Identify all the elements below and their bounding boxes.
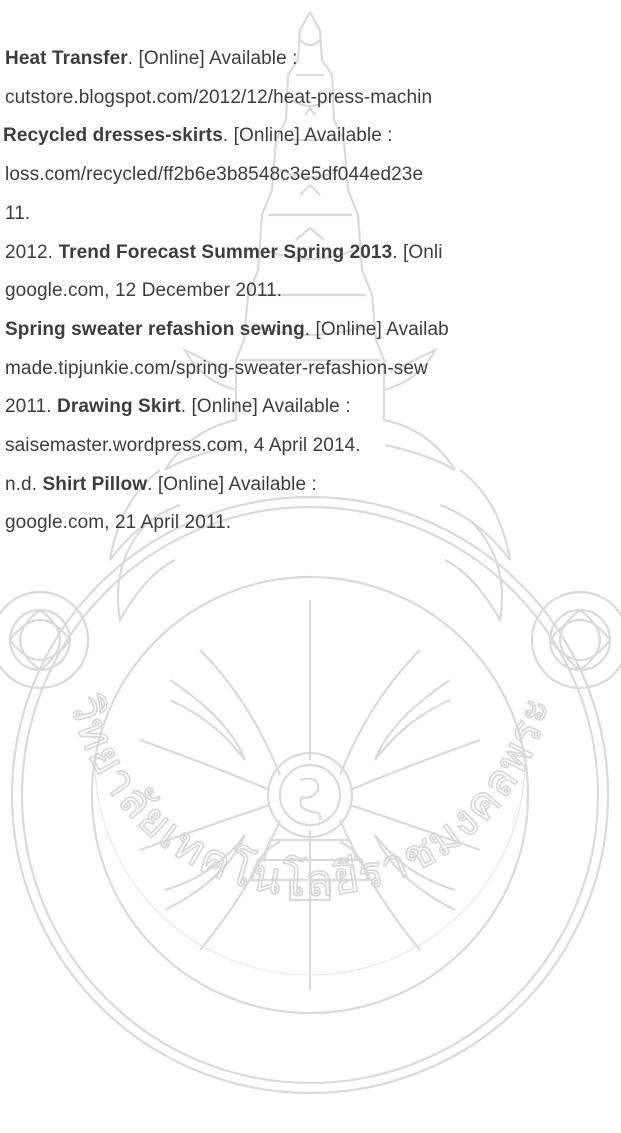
reference-text: google.com, 12 December 2011.	[5, 280, 283, 302]
reference-text: saisemaster.wordpress.com, 4 April 2014.	[5, 435, 361, 456]
reference-line: made.tipjunkie.com/spring-sweater-refash…	[5, 357, 428, 381]
reference-text: . [Online] Available :	[180, 396, 351, 418]
reference-line: n.d. Shirt Pillow. [Online] Available :	[5, 473, 317, 497]
document-page: มหาวิทยาลัยเทคโนโลยีราชมงคลพระนคร Heat T…	[0, 0, 621, 1133]
reference-text: loss.com/recycled/ff2b6e3b8548c3e5df044e…	[5, 164, 424, 186]
reference-text: . [Onli	[392, 241, 443, 263]
reference-title: Trend Forecast Summer Spring 2013	[58, 241, 393, 263]
reference-text: made.tipjunkie.com/spring-sweater-refash…	[5, 357, 428, 379]
reference-line: google.com, 21 April 2011.	[5, 511, 231, 535]
reference-text: 2011.	[5, 396, 58, 418]
reference-text: . [Online] Available :	[127, 48, 298, 69]
reference-text: n.d.	[5, 473, 43, 495]
reference-line: Recycled dresses-skirts. [Online] Availa…	[3, 124, 393, 148]
reference-line: 11.	[5, 202, 30, 226]
reference-line: saisemaster.wordpress.com, 4 April 2014.	[5, 434, 361, 458]
reference-text: google.com, 21 April 2011.	[5, 512, 232, 534]
reference-text: cutstore.blogspot.com/2012/12/heat-press…	[5, 86, 433, 108]
reference-title: Spring sweater refashion sewing	[5, 318, 305, 340]
reference-text: 2012.	[5, 241, 59, 263]
reference-line: loss.com/recycled/ff2b6e3b8548c3e5df044e…	[5, 163, 423, 187]
reference-line: 2012. Trend Forecast Summer Spring 2013.…	[5, 241, 443, 265]
reference-title: Shirt Pillow	[42, 473, 148, 495]
reference-line: google.com, 12 December 2011.	[5, 279, 282, 303]
reference-title: Recycled dresses-skirts	[3, 125, 223, 147]
reference-line: 2011. Drawing Skirt. [Online] Available …	[5, 395, 351, 419]
reference-text: 11.	[5, 202, 31, 224]
reference-line: cutstore.blogspot.com/2012/12/heat-press…	[5, 86, 432, 110]
reference-title: Drawing Skirt	[57, 396, 181, 418]
reference-line: Spring sweater refashion sewing. [Online…	[5, 318, 449, 342]
reference-line: Heat Transfer. [Online] Available :	[5, 47, 298, 71]
reference-title: Heat Transfer	[5, 48, 128, 69]
reference-text: . [Online] Available :	[147, 473, 317, 495]
reference-text: . [Online] Available :	[222, 125, 393, 147]
reference-text: . [Online] Availab	[304, 318, 449, 340]
